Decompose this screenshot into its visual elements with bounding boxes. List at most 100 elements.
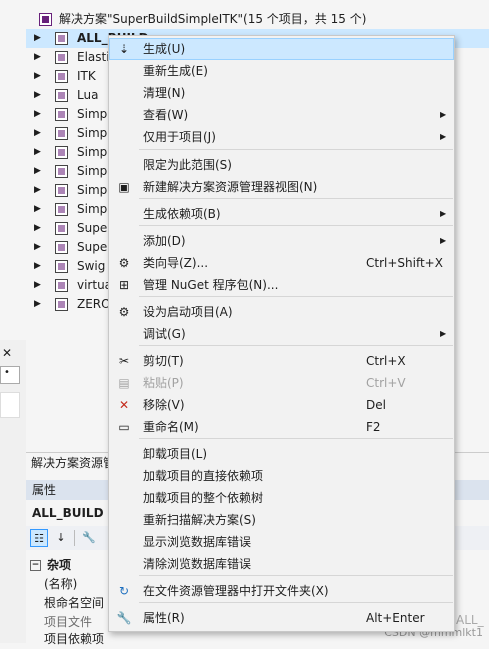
- menu-item[interactable]: 调试(G) ▶: [109, 323, 454, 345]
- left-content-area: [0, 392, 20, 418]
- solution-explorer-tab-label: 解决方案资源管: [31, 456, 116, 470]
- menu-item-label: 类向导(Z)...: [143, 256, 209, 270]
- menu-item[interactable]: 重新扫描解决方案(S): [109, 509, 454, 531]
- menu-item[interactable]: 清理(N): [109, 82, 454, 104]
- menu-separator: [139, 149, 453, 150]
- menu-item[interactable]: ▭ 重命名(M) F2: [109, 416, 454, 438]
- expand-arrow-icon[interactable]: ▶: [34, 124, 42, 143]
- menu-item[interactable]: 🔧 属性(R) Alt+Enter: [109, 607, 454, 629]
- project-label: Simpl: [77, 183, 111, 197]
- expand-arrow-icon[interactable]: ▶: [34, 105, 42, 124]
- menu-item[interactable]: 生成依赖项(B) ▶: [109, 203, 454, 225]
- expand-arrow-icon[interactable]: ▶: [34, 67, 42, 86]
- menu-item[interactable]: 清除浏览数据库错误: [109, 553, 454, 575]
- project-label: Lua: [77, 88, 99, 102]
- menu-separator: [139, 198, 453, 199]
- menu-item[interactable]: 重新生成(E): [109, 60, 454, 82]
- project-icon: [55, 222, 68, 235]
- menu-item-shortcut: Ctrl+X: [366, 354, 406, 368]
- menu-item-shortcut: Del: [366, 398, 386, 412]
- expand-arrow-icon[interactable]: ▶: [34, 29, 42, 48]
- submenu-arrow-icon: ▶: [440, 209, 447, 218]
- project-icon: [55, 51, 68, 64]
- project-icon: [55, 70, 68, 83]
- project-icon: [55, 203, 68, 216]
- menu-item[interactable]: 卸载项目(L): [109, 443, 454, 465]
- project-icon: [55, 165, 68, 178]
- expand-arrow-icon[interactable]: ▶: [34, 219, 42, 238]
- project-icon: [55, 146, 68, 159]
- menu-item[interactable]: ✂ 剪切(T) Ctrl+X: [109, 350, 454, 372]
- solution-root-label: 解决方案"SuperBuildSimpleITK"(15 个项目，共 15 个): [59, 12, 367, 26]
- submenu-arrow-icon: ▶: [440, 132, 447, 141]
- project-label: Swig: [77, 259, 106, 273]
- project-icon: [55, 279, 68, 292]
- expand-arrow-icon[interactable]: ▶: [34, 143, 42, 162]
- solution-root-node[interactable]: 解决方案"SuperBuildSimpleITK"(15 个项目，共 15 个): [26, 10, 489, 29]
- close-icon[interactable]: ✕: [2, 346, 12, 360]
- menu-item[interactable]: ▣ 新建解决方案资源管理器视图(N): [109, 176, 454, 198]
- menu-item-label: 移除(V): [143, 398, 185, 412]
- project-icon: [55, 32, 68, 45]
- project-icon: [55, 241, 68, 254]
- expand-arrow-icon[interactable]: ▶: [34, 200, 42, 219]
- expand-arrow-icon[interactable]: ▶: [34, 276, 42, 295]
- property-row-project-dependencies[interactable]: 项目依赖项: [44, 630, 104, 649]
- wrench-icon: 🔧: [116, 611, 132, 625]
- menu-item[interactable]: ⚙ 设为启动项目(A): [109, 301, 454, 323]
- menu-item-label: 加载项目的直接依赖项: [143, 469, 264, 483]
- menu-item-label: 属性(R): [143, 611, 185, 625]
- project-label: Simpl: [77, 107, 111, 121]
- menu-item[interactable]: 仅用于项目(J) ▶: [109, 126, 454, 148]
- property-row-root-namespace[interactable]: 根命名空间: [44, 594, 104, 613]
- menu-item-label: 添加(D): [143, 234, 186, 248]
- project-label: Simpl: [77, 126, 111, 140]
- expand-arrow-icon[interactable]: ▶: [34, 86, 42, 105]
- menu-item[interactable]: ⚙ 类向导(Z)... Ctrl+Shift+X: [109, 252, 454, 274]
- submenu-arrow-icon: ▶: [440, 110, 447, 119]
- menu-item[interactable]: 限定为此范围(S): [109, 154, 454, 176]
- menu-item[interactable]: 查看(W) ▶: [109, 104, 454, 126]
- properties-object-name: ALL_BUILD: [32, 506, 104, 520]
- rename-icon: ▭: [118, 420, 130, 434]
- category-label: 杂项: [47, 558, 72, 572]
- project-icon: [55, 298, 68, 311]
- alphabetical-sort-icon[interactable]: ↓: [52, 529, 70, 547]
- property-pages-wrench-icon[interactable]: 🔧: [80, 529, 98, 547]
- property-row-name[interactable]: (名称): [44, 575, 77, 594]
- expand-arrow-icon[interactable]: ▶: [34, 48, 42, 67]
- menu-item[interactable]: 加载项目的直接依赖项: [109, 465, 454, 487]
- menu-item-label: 重新生成(E): [143, 64, 208, 78]
- menu-item[interactable]: ▤ 粘贴(P) Ctrl+V: [109, 372, 454, 394]
- menu-item-label: 粘贴(P): [143, 376, 184, 390]
- project-icon: [55, 127, 68, 140]
- menu-item[interactable]: ↻ 在文件资源管理器中打开文件夹(X): [109, 580, 454, 602]
- menu-item[interactable]: 加载项目的整个依赖树: [109, 487, 454, 509]
- expand-arrow-icon[interactable]: ▶: [34, 181, 42, 200]
- scissors-icon: ✂: [118, 354, 130, 368]
- menu-item-label: 重新扫描解决方案(S): [143, 513, 256, 527]
- menu-item-label: 仅用于项目(J): [143, 130, 216, 144]
- menu-item[interactable]: 显示浏览数据库错误: [109, 531, 454, 553]
- menu-item[interactable]: ✕ 移除(V) Del: [109, 394, 454, 416]
- menu-item[interactable]: 添加(D) ▶: [109, 230, 454, 252]
- menu-item[interactable]: ⇣ 生成(U): [109, 38, 454, 60]
- menu-item-label: 重命名(M): [143, 420, 199, 434]
- menu-item[interactable]: ⊞ 管理 NuGet 程序包(N)...: [109, 274, 454, 296]
- menu-item-label: 管理 NuGet 程序包(N)...: [143, 278, 279, 292]
- menu-item-label: 清除浏览数据库错误: [143, 557, 252, 571]
- menu-item-shortcut: Alt+Enter: [366, 611, 425, 625]
- toolbar-divider: [74, 530, 75, 546]
- expand-arrow-icon[interactable]: ▶: [34, 162, 42, 181]
- categorized-view-icon[interactable]: ☷: [30, 529, 48, 547]
- left-dropdown[interactable]: •: [0, 366, 20, 384]
- expand-arrow-icon[interactable]: ▶: [34, 295, 42, 314]
- collapse-icon[interactable]: −: [30, 560, 41, 571]
- expand-arrow-icon[interactable]: ▶: [34, 257, 42, 276]
- project-label: virtua: [77, 278, 113, 292]
- category-misc[interactable]: − 杂项: [30, 556, 71, 575]
- expand-arrow-icon[interactable]: ▶: [34, 238, 42, 257]
- new-view-icon: ▣: [118, 180, 130, 194]
- paste-icon: ▤: [118, 376, 130, 390]
- project-label: Simpl: [77, 202, 111, 216]
